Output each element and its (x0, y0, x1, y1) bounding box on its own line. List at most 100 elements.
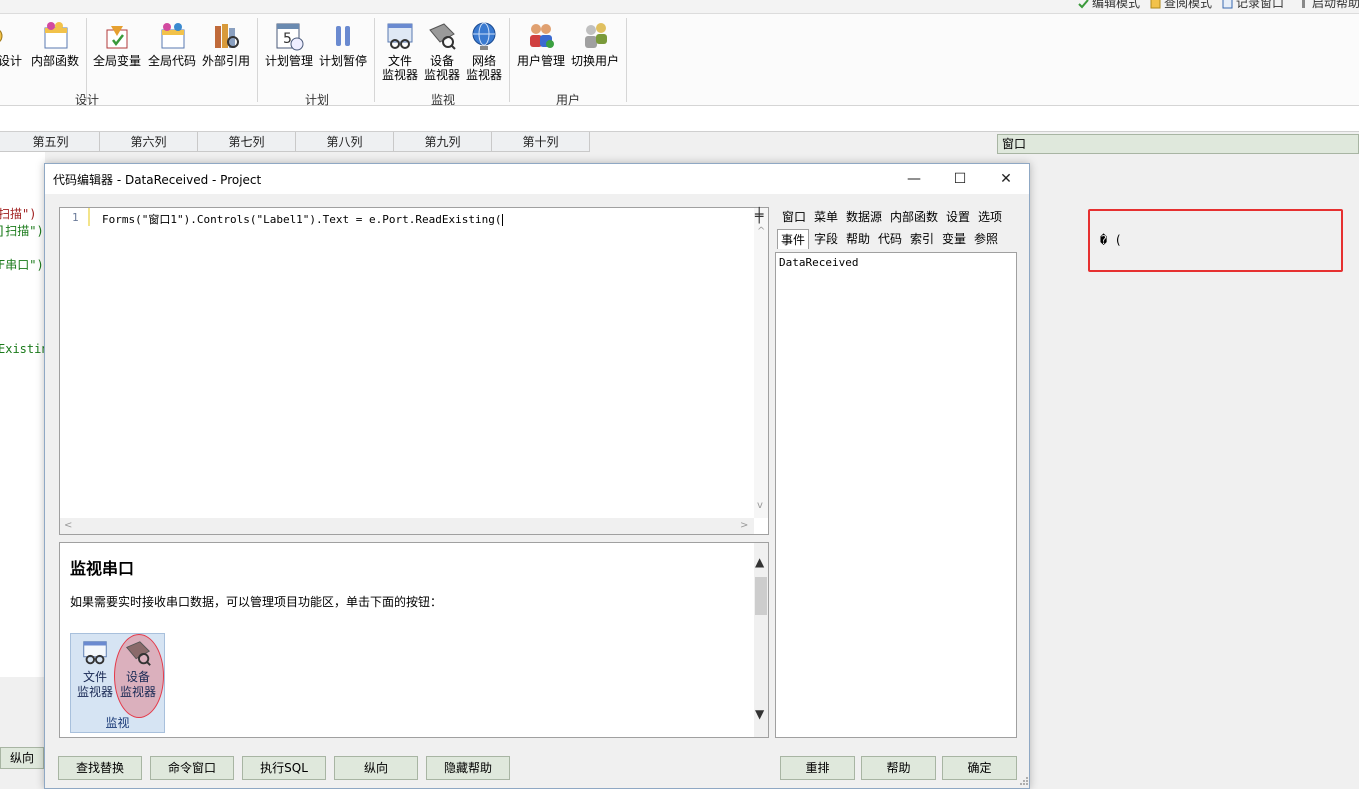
design-icon (0, 29, 3, 43)
tab-fields[interactable]: 字段 (811, 229, 841, 249)
tab-menu[interactable]: 菜单 (811, 207, 841, 227)
switch-user-icon (585, 23, 607, 48)
network-monitor-icon (472, 22, 496, 50)
quick-item-label: 编辑模式 (1092, 0, 1141, 10)
ok-button[interactable]: 确定 (942, 756, 1017, 780)
ribbon-button-external-reference[interactable]: 外部引用 (200, 20, 252, 68)
highlighted-label-box[interactable] (1088, 209, 1343, 272)
code-text: Forms("窗口1").Controls("Label1").Text = e… (102, 213, 502, 226)
ribbon-button-global-code[interactable]: 全局代码 (146, 20, 198, 68)
tab-events[interactable]: 事件 (777, 229, 810, 249)
ribbon-button-user-management[interactable]: 用户管理 (515, 20, 567, 68)
portrait-button[interactable]: 纵向 (334, 756, 418, 780)
ribbon-button-internal-function[interactable]: 内部函数 (30, 20, 80, 68)
tab-help[interactable]: 帮助 (843, 229, 873, 249)
ribbon-button-label: 全局变量 (92, 54, 141, 68)
minimize-button[interactable]: — (891, 164, 937, 194)
grid-column-header[interactable]: 第九列 (394, 132, 492, 152)
grid-column-header[interactable]: 第十列 (492, 132, 590, 152)
close-button[interactable]: ✕ (983, 164, 1029, 194)
background-code-line: Existin (0, 342, 45, 356)
label-text: � ( (1100, 233, 1122, 247)
ribbon-button-label: 设备 监视器 (423, 54, 460, 82)
window-title: 代码编辑器 - DataReceived - Project (53, 173, 262, 187)
ribbon-button-label: 设计 (0, 54, 22, 68)
grid-column-header[interactable]: 第六列 (100, 132, 198, 152)
ribbon-button-network-monitor[interactable]: 网络 监视器 (464, 20, 504, 82)
tab-variables[interactable]: 变量 (939, 229, 969, 249)
quick-item-edit-mode[interactable]: 编辑模式 (1078, 0, 1140, 11)
grid-column-header[interactable]: 第七列 (198, 132, 296, 152)
hide-help-button[interactable]: 隐藏帮助 (426, 756, 510, 780)
quick-item-label: 查阅模式 (1164, 0, 1213, 10)
help-button[interactable]: 帮助 (861, 756, 936, 780)
code-line[interactable]: Forms("窗口1").Controls("Label1").Text = e… (102, 211, 503, 227)
quick-item-browse-mode[interactable]: 查阅模式 (1150, 0, 1212, 11)
tab-code[interactable]: 代码 (875, 229, 905, 249)
code-editor-window: 代码编辑器 - DataReceived - Project — ☐ ✕ 1 F… (44, 163, 1030, 789)
tab-window[interactable]: 窗口 (779, 207, 809, 227)
help-panel: 监视串口 如果需要实时接收串口数据，可以管理项目功能区，单击下面的按钮： 文件 … (59, 542, 769, 738)
ribbon-button-design[interactable]: 设计 (0, 20, 26, 68)
ribbon-button-device-monitor[interactable]: 设备 监视器 (422, 20, 462, 82)
find-replace-button[interactable]: 查找替换 (58, 756, 142, 780)
help-description: 如果需要实时接收串口数据，可以管理项目功能区，单击下面的按钮： (70, 595, 443, 609)
scroll-up-icon[interactable]: ▲ (755, 555, 764, 569)
quick-item-record-window[interactable]: 记录窗口 (1222, 0, 1284, 11)
vertical-scrollbar[interactable]: ╪ ^ v (754, 208, 768, 518)
ribbon-separator (374, 18, 375, 102)
resize-grip-icon[interactable] (1019, 776, 1029, 786)
scroll-right-icon[interactable]: > (740, 520, 748, 531)
device-monitor-icon (429, 23, 456, 50)
tab-options[interactable]: 选项 (975, 207, 1005, 227)
tab-references[interactable]: 参照 (971, 229, 1001, 249)
help-device-monitor-button: 设备 监视器 (117, 638, 159, 700)
event-list: DataReceived (775, 252, 1017, 738)
ribbon-button-label: 内部函数 (30, 54, 79, 68)
file-monitor-icon (387, 23, 413, 49)
code-editor[interactable]: 1 Forms("窗口1").Controls("Label1").Text =… (59, 207, 769, 535)
background-code-area: 扫描") ]扫描") F串口") Existin (0, 152, 45, 677)
ribbon-button-switch-user[interactable]: 切换用户 (569, 20, 621, 68)
grid-header: 第五列 第六列 第七列 第八列 第九列 第十列 (0, 132, 590, 152)
ribbon: 设计 内部函数 全局变量 全局代码 外部引用 设计 5 计划管理 计划暂停 计划… (0, 14, 1359, 107)
maximize-button[interactable]: ☐ (937, 164, 983, 194)
ribbon-button-file-monitor[interactable]: 文件 监视器 (380, 20, 420, 82)
edit-mode-icon (1078, 0, 1089, 9)
scroll-down-icon[interactable]: ▼ (755, 707, 764, 721)
tab-internal-function[interactable]: 内部函数 (887, 207, 941, 227)
quick-toolbar: 编辑模式 查阅模式 记录窗口 启动帮助 (0, 0, 1359, 14)
rearrange-button[interactable]: 重排 (780, 756, 855, 780)
ribbon-button-label: 网络 监视器 (465, 54, 502, 82)
global-code-icon (161, 23, 185, 49)
help-ribbon-illustration: 文件 监视器 设备 监视器 监视 (70, 633, 165, 733)
help-vertical-scrollbar[interactable]: ▲ ▼ (754, 543, 768, 737)
ribbon-button-schedule-management[interactable]: 5 计划管理 (263, 20, 315, 68)
scroll-up-icon[interactable]: ^ (757, 226, 765, 237)
ribbon-button-schedule-pause[interactable]: 计划暂停 (317, 20, 369, 68)
ribbon-button-label: 外部引用 (201, 54, 250, 68)
background-lower-area (0, 677, 45, 789)
grid-column-header[interactable]: 第八列 (296, 132, 394, 152)
horizontal-scrollbar[interactable]: < > (60, 518, 754, 534)
ribbon-button-label: 用户管理 (516, 54, 565, 68)
help-title: 监视串口 (70, 559, 135, 578)
internal-function-icon (44, 22, 68, 49)
scroll-left-icon[interactable]: < (64, 520, 72, 531)
tab-settings[interactable]: 设置 (943, 207, 973, 227)
background-portrait-button[interactable]: 纵向 (0, 747, 44, 769)
execute-sql-button[interactable]: 执行SQL (242, 756, 326, 780)
list-item[interactable]: DataReceived (779, 256, 858, 269)
quick-item-startup-help[interactable]: 启动帮助 (1298, 0, 1359, 11)
tab-index[interactable]: 索引 (907, 229, 937, 249)
grid-column-header[interactable]: 第五列 (2, 132, 100, 152)
scroll-thumb[interactable] (755, 577, 767, 615)
title-bar[interactable]: 代码编辑器 - DataReceived - Project — ☐ ✕ (45, 164, 1029, 194)
scroll-down-icon[interactable]: v (757, 500, 763, 511)
ribbon-button-global-variable[interactable]: 全局变量 (92, 20, 142, 68)
split-view-icon[interactable]: ╪ (755, 208, 763, 224)
quick-item-label: 记录窗口 (1236, 0, 1285, 10)
help-button-label: 设备 监视器 (119, 670, 156, 699)
tab-datasource[interactable]: 数据源 (843, 207, 885, 227)
command-window-button[interactable]: 命令窗口 (150, 756, 234, 780)
